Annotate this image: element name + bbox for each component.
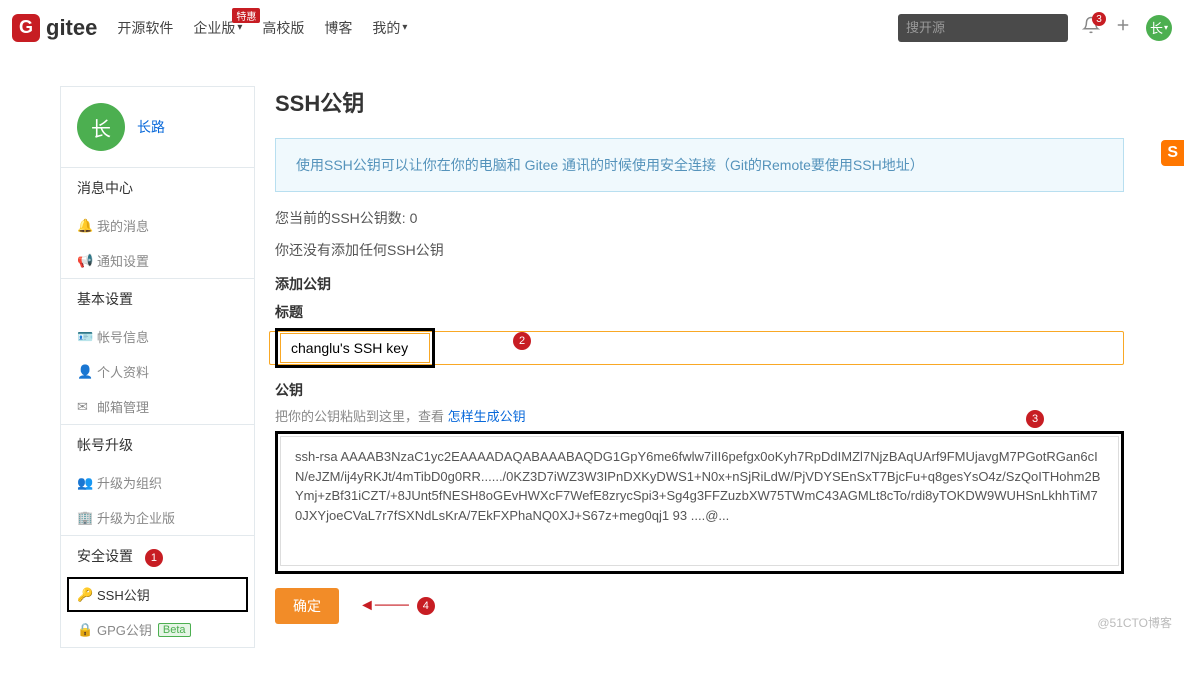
sidebar-item-label: SSH公钥 [97, 585, 150, 604]
pubkey-description: 把你的公钥粘贴到这里，查看 怎样生成公钥 [275, 406, 526, 425]
nav-enterprise-label: 企业版 [193, 18, 235, 38]
nav-mine-label: 我的 [372, 18, 400, 38]
profile-name[interactable]: 长路 [137, 117, 165, 137]
add-key-title: 添加公钥 [275, 274, 1124, 294]
bell-icon: 🔔 [77, 218, 91, 234]
avatar-large[interactable]: 长 [77, 103, 125, 151]
nav-mine[interactable]: 我的 ▾ [372, 18, 407, 38]
title-label: 标题 [275, 302, 1124, 322]
chevron-down-icon: ▾ [1164, 23, 1168, 32]
sidebar-item-email[interactable]: ✉ 邮箱管理 [61, 389, 254, 424]
sidebar-item-label: 帐号信息 [97, 327, 149, 346]
logo-text: gitee [46, 15, 97, 41]
sidebar-item-account[interactable]: 🪪 帐号信息 [61, 319, 254, 354]
nav: 开源软件 企业版 ▾ 特惠 高校版 博客 我的 ▾ [117, 18, 407, 38]
notification-badge: 3 [1092, 12, 1106, 26]
plus-icon[interactable] [1114, 16, 1132, 39]
sidebar-item-label: 升级为组织 [97, 473, 162, 492]
sidebar: 长 长路 消息中心 🔔 我的消息 📢 通知设置 基本设置 🪪 帐号信息 👤 个人… [60, 86, 255, 648]
watermark: @51CTO博客 [1097, 614, 1172, 631]
annotation-3: 3 [1026, 410, 1044, 428]
no-key-text: 你还没有添加任何SSH公钥 [275, 240, 1124, 260]
submit-button[interactable]: 确定 [275, 588, 339, 624]
mail-icon: ✉ [77, 399, 91, 415]
user-icon: 👤 [77, 364, 91, 380]
section-message: 消息中心 [61, 167, 254, 208]
sidebar-item-notif-settings[interactable]: 📢 通知设置 [61, 243, 254, 278]
badge-hot: 特惠 [232, 8, 260, 23]
pubkey-label: 公钥 [275, 380, 1124, 400]
page-title: SSH公钥 [275, 86, 1124, 118]
sidebar-item-upgrade-enterprise[interactable]: 🏢 升级为企业版 [61, 500, 254, 535]
sidebar-item-upgrade-org[interactable]: 👥 升级为组织 [61, 465, 254, 500]
sidebar-item-label: 邮箱管理 [97, 397, 149, 416]
annotation-4: 4 [417, 597, 435, 615]
chevron-down-icon: ▾ [237, 22, 242, 33]
bell-icon[interactable]: 3 [1082, 16, 1100, 39]
header-right: 3 长 ▾ [898, 14, 1172, 42]
sidebar-item-ssh[interactable]: 🔑 SSH公钥 [67, 577, 248, 612]
group-icon: 👥 [77, 475, 91, 491]
arrow-icon: ◄─── [359, 597, 409, 615]
section-basic: 基本设置 [61, 278, 254, 319]
info-box: 使用SSH公钥可以让你在你的电脑和 Gitee 通讯的时候使用安全连接（Git的… [275, 138, 1124, 192]
pubkey-textarea-wrap [275, 431, 1124, 574]
sidebar-item-label: 升级为企业版 [97, 508, 175, 527]
badge-beta: Beta [158, 623, 191, 637]
sogou-badge: S [1161, 140, 1184, 166]
section-security-label: 安全设置 [77, 548, 133, 564]
chevron-down-icon: ▾ [402, 22, 407, 33]
sidebar-item-label: GPG公钥 [97, 620, 152, 639]
title-input[interactable] [291, 340, 419, 356]
logo-icon: G [12, 14, 40, 42]
how-to-generate-link[interactable]: 怎样生成公钥 [448, 409, 526, 424]
profile: 长 长路 [61, 87, 254, 167]
sidebar-item-my-messages[interactable]: 🔔 我的消息 [61, 208, 254, 243]
avatar-text: 长 [1150, 18, 1163, 37]
title-input-wrap [275, 328, 435, 368]
speaker-icon: 📢 [77, 253, 91, 269]
annotation-2: 2 [513, 332, 531, 350]
building-icon: 🏢 [77, 510, 91, 526]
nav-campus[interactable]: 高校版 [262, 18, 304, 38]
sidebar-item-profile[interactable]: 👤 个人资料 [61, 354, 254, 389]
header: G gitee 开源软件 企业版 ▾ 特惠 高校版 博客 我的 ▾ 3 长 ▾ [0, 0, 1184, 56]
pubkey-desc-text: 把你的公钥粘贴到这里，查看 [275, 409, 448, 424]
section-security: 安全设置 1 [61, 535, 254, 577]
card-icon: 🪪 [77, 329, 91, 345]
annotation-1: 1 [145, 549, 163, 567]
key-icon: 🔑 [77, 587, 91, 603]
nav-opensource[interactable]: 开源软件 [117, 18, 173, 38]
sidebar-item-gpg[interactable]: 🔒 GPG公钥 Beta [61, 612, 254, 647]
nav-blog[interactable]: 博客 [324, 18, 352, 38]
search-box[interactable] [898, 14, 1068, 42]
avatar[interactable]: 长 ▾ [1146, 15, 1172, 41]
sidebar-item-label: 个人资料 [97, 362, 149, 381]
section-upgrade: 帐号升级 [61, 424, 254, 465]
logo[interactable]: G gitee [12, 14, 97, 42]
nav-enterprise[interactable]: 企业版 ▾ 特惠 [193, 18, 242, 38]
sidebar-item-label: 通知设置 [97, 251, 149, 270]
pubkey-textarea[interactable] [280, 436, 1119, 566]
search-input[interactable] [906, 20, 1060, 35]
main-content: SSH公钥 使用SSH公钥可以让你在你的电脑和 Gitee 通讯的时候使用安全连… [275, 86, 1124, 624]
lock-icon: 🔒 [77, 622, 91, 638]
sidebar-item-label: 我的消息 [97, 216, 149, 235]
key-count: 您当前的SSH公钥数: 0 [275, 208, 1124, 228]
